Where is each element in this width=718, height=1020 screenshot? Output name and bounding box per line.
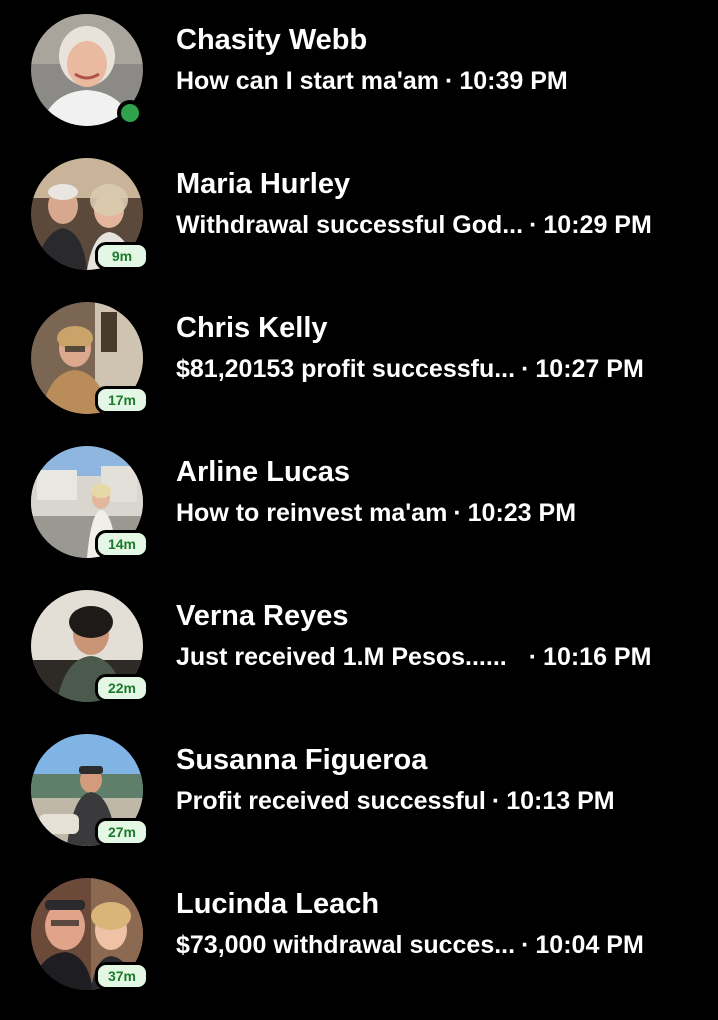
chat-row-lucinda-leach[interactable]: 37m Lucinda Leach $73,000 withdrawal suc… bbox=[0, 864, 718, 1004]
message-preview-line: How can I start ma'am · 10:39 PM bbox=[176, 65, 706, 97]
chat-row-maria-hurley[interactable]: 9m Maria Hurley Withdrawal successful Go… bbox=[0, 144, 718, 284]
contact-name: Maria Hurley bbox=[176, 168, 351, 200]
active-time-badge: 27m bbox=[95, 818, 149, 846]
active-time-badge: 37m bbox=[95, 962, 149, 990]
avatar-container[interactable]: 9m bbox=[31, 158, 149, 270]
message-preview: Just received 1.M Pesos...... bbox=[176, 643, 507, 671]
message-preview-line: Withdrawal successful God... · 10:29 PM bbox=[176, 209, 706, 241]
chat-row-chris-kelly[interactable]: 17m Chris Kelly $81,20153 profit success… bbox=[0, 288, 718, 428]
message-preview: How can I start ma'am bbox=[176, 67, 439, 95]
separator-dot: · bbox=[529, 211, 538, 239]
separator-dot: · bbox=[444, 67, 454, 95]
avatar-container[interactable]: 22m bbox=[31, 590, 149, 702]
message-preview-line: $81,20153 profit successfu... · 10:27 PM bbox=[176, 353, 706, 385]
contact-name: Verna Reyes bbox=[176, 600, 349, 632]
chat-text: Chasity Webb How can I start ma'am · 10:39… bbox=[176, 22, 706, 97]
message-time: 10:39 PM bbox=[459, 67, 568, 95]
message-preview-line: How to reinvest ma'am · 10:23 PM bbox=[176, 497, 706, 529]
contact-name: Chasity Webb bbox=[176, 24, 368, 56]
chat-text: Verna Reyes Just received 1.M Pesos.....… bbox=[176, 598, 706, 673]
chat-text: Chris Kelly $81,20153 profit successfu..… bbox=[176, 310, 706, 385]
separator-dot: · bbox=[491, 787, 501, 815]
active-time-badge: 9m bbox=[95, 242, 149, 270]
message-time: 10:23 PM bbox=[467, 499, 577, 527]
chat-text: Maria Hurley Withdrawal successful God..… bbox=[176, 166, 706, 241]
chat-text: Arline Lucas How to reinvest ma'am · 10:23… bbox=[176, 454, 706, 529]
message-preview: Profit received successful bbox=[176, 787, 486, 815]
contact-name: Lucinda Leach bbox=[176, 888, 380, 920]
chat-row-arline-lucas[interactable]: 14m Arline Lucas How to reinvest ma'am · 1… bbox=[0, 432, 718, 572]
separator-dot: · bbox=[453, 499, 462, 527]
avatar-container[interactable]: 27m bbox=[31, 734, 149, 846]
message-preview-line: $73,000 withdrawal succes... · 10:04 PM bbox=[176, 929, 706, 961]
message-time: 10:27 PM bbox=[535, 355, 644, 383]
active-time-badge: 14m bbox=[95, 530, 149, 558]
online-status-dot bbox=[117, 100, 143, 126]
avatar-container[interactable]: 37m bbox=[31, 878, 149, 990]
separator-dot: · bbox=[528, 643, 538, 671]
contact-name: Chris Kelly bbox=[176, 312, 328, 344]
message-time: 10:29 PM bbox=[543, 211, 652, 239]
chat-list: Chasity Webb How can I start ma'am · 10:39… bbox=[0, 0, 718, 1020]
message-preview-line: Just received 1.M Pesos...... · 10:16 PM bbox=[176, 641, 706, 673]
separator-dot: · bbox=[521, 931, 530, 959]
avatar-container[interactable] bbox=[31, 14, 143, 126]
separator-dot: · bbox=[521, 355, 530, 383]
chat-text: Lucinda Leach $73,000 withdrawal succes.… bbox=[176, 886, 706, 961]
message-preview: $73,000 withdrawal succes... bbox=[176, 931, 516, 959]
chat-row-chasity-webb[interactable]: Chasity Webb How can I start ma'am · 10:39… bbox=[0, 0, 718, 140]
contact-name: Susanna Figueroa bbox=[176, 744, 428, 776]
avatar-container[interactable]: 17m bbox=[31, 302, 149, 414]
message-preview-line: Profit received successful · 10:13 PM bbox=[176, 785, 706, 817]
message-preview: $81,20153 profit successfu... bbox=[176, 355, 516, 383]
message-time: 10:13 PM bbox=[506, 787, 615, 815]
message-time: 10:04 PM bbox=[535, 931, 644, 959]
active-time-badge: 17m bbox=[95, 386, 149, 414]
contact-name: Arline Lucas bbox=[176, 456, 351, 488]
message-time: 10:16 PM bbox=[543, 643, 652, 671]
message-preview: How to reinvest ma'am bbox=[176, 499, 448, 527]
chat-row-susanna-figueroa[interactable]: 27m Susanna Figueroa Profit received suc… bbox=[0, 720, 718, 860]
chat-text: Susanna Figueroa Profit received success… bbox=[176, 742, 706, 817]
avatar-container[interactable]: 14m bbox=[31, 446, 149, 558]
message-preview: Withdrawal successful God... bbox=[176, 211, 524, 239]
active-time-badge: 22m bbox=[95, 674, 149, 702]
chat-row-verna-reyes[interactable]: 22m Verna Reyes Just received 1.M Pesos.… bbox=[0, 576, 718, 716]
